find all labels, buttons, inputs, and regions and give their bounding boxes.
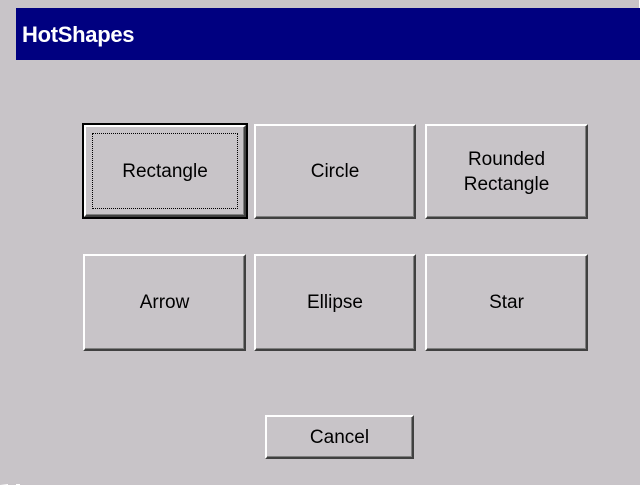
star-button-label: Star bbox=[489, 292, 524, 313]
arrow-button[interactable]: Arrow bbox=[83, 254, 246, 351]
cancel-button[interactable]: Cancel bbox=[265, 415, 414, 459]
ellipse-button[interactable]: Ellipse bbox=[254, 254, 416, 351]
dialog-client-area: Rectangle Circle Rounded Rectangle Arrow… bbox=[20, 60, 640, 485]
arrow-button-label: Arrow bbox=[139, 292, 190, 313]
hotshapes-window: HotShapes Rectangle Circle Rounded Recta… bbox=[0, 0, 640, 485]
ellipse-button-label: Ellipse bbox=[307, 292, 363, 313]
circle-button[interactable]: Circle bbox=[254, 124, 416, 219]
window-title: HotShapes bbox=[22, 22, 135, 47]
cancel-button-label: Cancel bbox=[309, 426, 370, 448]
window-left-border bbox=[8, 8, 16, 485]
rectangle-button-label: Rectangle bbox=[122, 160, 208, 182]
rounded-rectangle-button[interactable]: Rounded Rectangle bbox=[425, 124, 588, 219]
rounded-rectangle-button-label: Rounded Rectangle bbox=[463, 148, 550, 195]
rectangle-button[interactable]: Rectangle bbox=[82, 123, 248, 219]
title-bar[interactable]: HotShapes bbox=[16, 8, 640, 60]
star-button[interactable]: Star bbox=[425, 254, 588, 351]
circle-button-label: Circle bbox=[310, 161, 360, 182]
